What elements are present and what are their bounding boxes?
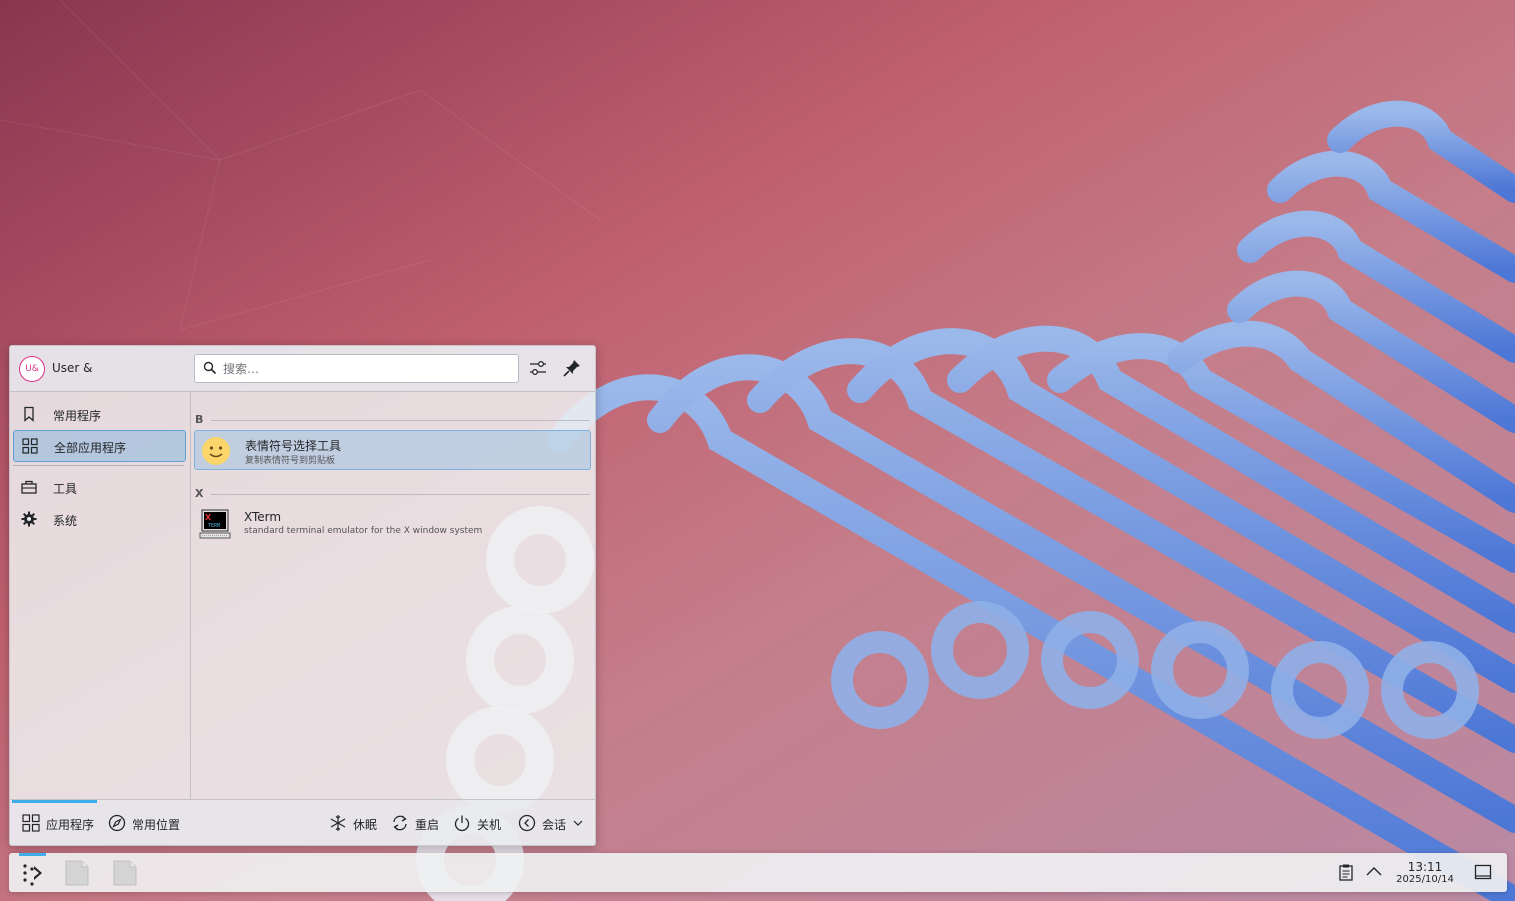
tab-label: 常用位置 bbox=[132, 818, 181, 832]
hibernate-button[interactable]: 休眠 bbox=[329, 814, 381, 834]
pin-icon[interactable] bbox=[561, 357, 583, 379]
restart-button[interactable]: 重启 bbox=[391, 814, 443, 834]
configure-icon[interactable] bbox=[527, 357, 549, 379]
snowflake-icon bbox=[330, 815, 346, 831]
action-label: 休眠 bbox=[353, 818, 378, 832]
chevron-down-icon bbox=[573, 820, 583, 826]
sidebar-item-label: 全部应用程序 bbox=[54, 441, 127, 455]
file-icon[interactable] bbox=[113, 860, 137, 886]
tab-places[interactable]: 常用位置 bbox=[108, 814, 188, 834]
file-icon[interactable] bbox=[65, 860, 89, 886]
app-name: 表情符号选择工具 bbox=[245, 439, 342, 453]
grid-icon bbox=[22, 814, 40, 832]
shutdown-button[interactable]: 关机 bbox=[453, 814, 505, 834]
toolbox-icon bbox=[21, 480, 37, 494]
search-input[interactable] bbox=[221, 358, 515, 380]
app-item-emoji-selector[interactable]: 表情符号选择工具 复制表情符号到剪贴板 bbox=[194, 430, 591, 470]
svg-text:X: X bbox=[205, 513, 212, 522]
clipboard-icon[interactable] bbox=[1337, 863, 1355, 881]
launcher-header: U& User & bbox=[10, 346, 595, 392]
category-sidebar: 常用程序 全部应用程序 工具 系统 bbox=[10, 392, 191, 799]
app-item-xterm[interactable]: X TERM XTerm standard terminal emulator … bbox=[194, 504, 589, 542]
user-name: User & bbox=[52, 361, 93, 375]
action-label: 关机 bbox=[477, 818, 502, 832]
sidebar-item-utilities[interactable]: 工具 bbox=[13, 472, 184, 502]
svg-text:TERM: TERM bbox=[208, 523, 220, 529]
action-label: 重启 bbox=[415, 818, 440, 832]
xterm-icon: X TERM bbox=[199, 509, 231, 539]
sidebar-item-label: 工具 bbox=[53, 482, 78, 496]
app-name: XTerm bbox=[244, 510, 282, 524]
search-box[interactable] bbox=[194, 354, 519, 383]
bookmark-icon bbox=[24, 406, 34, 422]
sidebar-item-favorites[interactable]: 常用程序 bbox=[13, 399, 184, 429]
application-list: B 表情符号选择工具 复制表情符号到剪贴板 X X TERM XTerm sta… bbox=[191, 392, 595, 799]
section-divider bbox=[211, 494, 590, 495]
sidebar-item-all-apps[interactable]: 全部应用程序 bbox=[13, 430, 186, 462]
active-tab-indicator bbox=[12, 800, 97, 803]
gear-icon bbox=[21, 511, 37, 527]
clock-time[interactable]: 13:11 bbox=[1395, 860, 1455, 874]
session-button[interactable]: 会话 bbox=[518, 814, 586, 834]
sidebar-item-system[interactable]: 系统 bbox=[13, 504, 184, 534]
grid-icon bbox=[22, 438, 38, 454]
chevron-up-icon[interactable] bbox=[1365, 863, 1383, 881]
application-launcher: U& User & 常用程序 bbox=[9, 345, 596, 846]
clock-date[interactable]: 2025/10/14 bbox=[1389, 874, 1461, 885]
section-header: B bbox=[195, 413, 204, 426]
app-description: standard terminal emulator for the X win… bbox=[244, 526, 483, 536]
launcher-footer: 应用程序 常用位置 休眠 重启 关机 会话 bbox=[10, 799, 595, 845]
show-desktop-icon[interactable] bbox=[1474, 863, 1492, 881]
section-header: X bbox=[195, 487, 204, 500]
user-avatar[interactable]: U& bbox=[19, 356, 45, 382]
launcher-icon bbox=[23, 864, 42, 886]
launcher-button[interactable] bbox=[19, 853, 47, 892]
app-description: 复制表情符号到剪贴板 bbox=[245, 456, 336, 466]
tab-applications[interactable]: 应用程序 bbox=[22, 814, 102, 834]
restart-icon bbox=[393, 815, 407, 831]
active-indicator bbox=[19, 853, 46, 856]
search-icon bbox=[203, 361, 217, 375]
power-icon bbox=[454, 815, 470, 832]
action-label: 会话 bbox=[542, 818, 567, 832]
section-divider bbox=[211, 420, 590, 421]
session-icon bbox=[518, 814, 536, 832]
sidebar-item-label: 系统 bbox=[53, 514, 78, 528]
emoji-icon bbox=[202, 437, 230, 465]
sidebar-item-label: 常用程序 bbox=[53, 409, 102, 423]
taskbar: 13:11 2025/10/14 bbox=[9, 853, 1507, 892]
tab-label: 应用程序 bbox=[46, 818, 95, 832]
sidebar-divider bbox=[13, 465, 184, 466]
compass-icon bbox=[108, 814, 126, 832]
